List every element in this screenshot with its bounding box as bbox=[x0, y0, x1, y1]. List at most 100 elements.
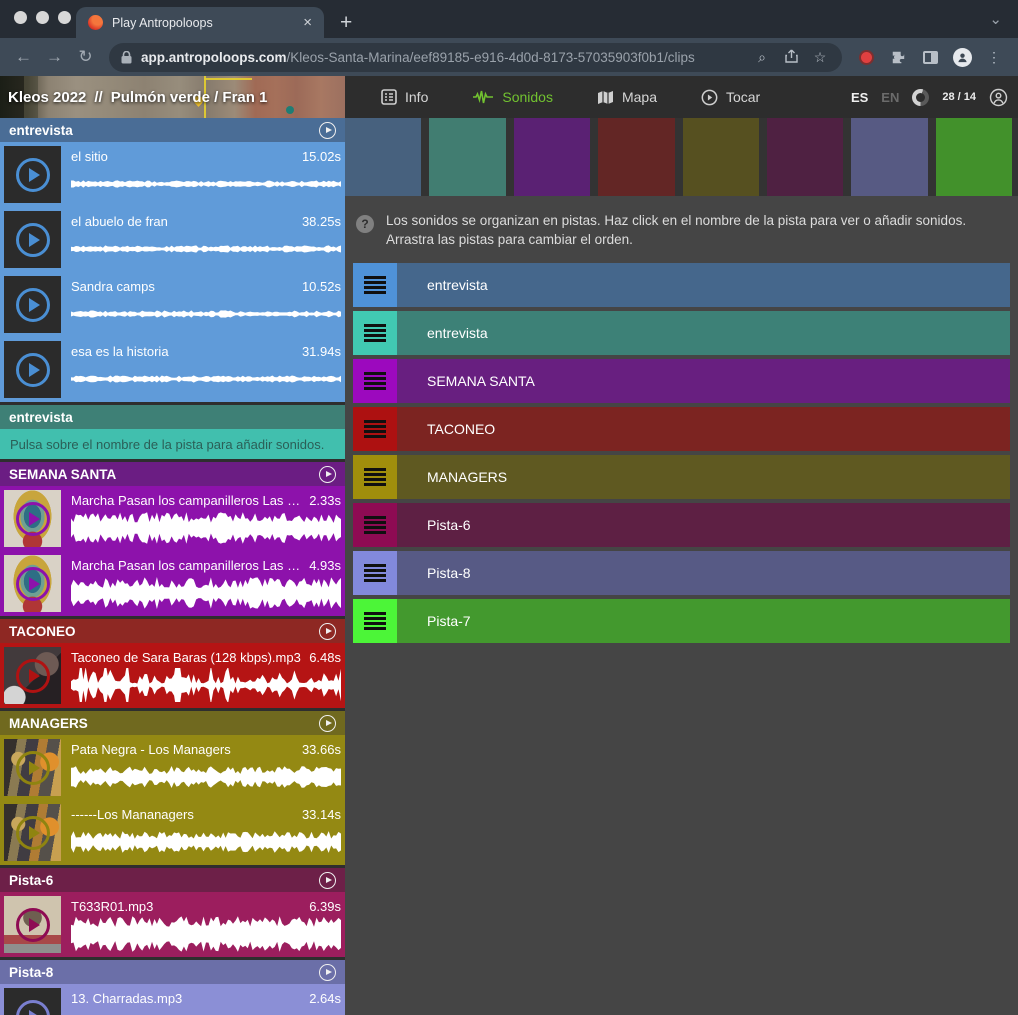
clip-row[interactable]: esa es la historia31.94s bbox=[0, 337, 345, 402]
play-clip-icon[interactable] bbox=[16, 288, 50, 322]
track-row-name[interactable]: entrevista bbox=[427, 325, 488, 341]
browser-menu-kebab-icon[interactable]: ⋮ bbox=[980, 49, 1008, 66]
tab-close-icon[interactable]: × bbox=[303, 15, 312, 30]
profile-avatar[interactable] bbox=[948, 48, 976, 67]
play-clip-icon[interactable] bbox=[16, 567, 50, 601]
clip-row[interactable]: 13. Charradas.mp32.64s bbox=[0, 984, 345, 1015]
track-pad[interactable] bbox=[683, 118, 759, 196]
track-list-row[interactable]: entrevista bbox=[353, 311, 1010, 355]
play-track-button[interactable] bbox=[319, 466, 336, 483]
play-clip-icon[interactable] bbox=[16, 908, 50, 942]
play-clip-icon[interactable] bbox=[16, 353, 50, 387]
track-list-row[interactable]: Pista-8 bbox=[353, 551, 1010, 595]
clip-row[interactable]: ------Los Mananagers33.14s bbox=[0, 800, 345, 865]
clip-thumbnail[interactable] bbox=[4, 896, 61, 953]
track-row-name[interactable]: TACONEO bbox=[427, 421, 495, 437]
play-clip-icon[interactable] bbox=[16, 1000, 50, 1015]
drag-handle[interactable] bbox=[353, 455, 397, 499]
new-tab-button[interactable]: + bbox=[340, 12, 352, 33]
clip-thumbnail[interactable] bbox=[4, 804, 61, 861]
clip-thumbnail[interactable] bbox=[4, 276, 61, 333]
drag-handle[interactable] bbox=[353, 503, 397, 547]
track-row-name[interactable]: MANAGERS bbox=[427, 469, 507, 485]
track-row-name[interactable]: Pista-7 bbox=[427, 613, 471, 629]
clip-thumbnail[interactable] bbox=[4, 146, 61, 203]
clip-row[interactable]: Taconeo de Sara Baras (128 kbps).mp36.48… bbox=[0, 643, 345, 708]
track-header[interactable]: Pista-6 bbox=[0, 868, 345, 892]
nav-tab-tocar[interactable]: Tocar bbox=[679, 89, 782, 106]
clip-thumbnail[interactable] bbox=[4, 490, 61, 547]
tab-search-chevron-icon[interactable]: ⌄ bbox=[989, 10, 1002, 28]
track-header[interactable]: MANAGERS bbox=[0, 711, 345, 735]
track-row-name[interactable]: Pista-8 bbox=[427, 565, 471, 581]
play-clip-icon[interactable] bbox=[16, 158, 50, 192]
clip-row[interactable]: Sandra camps10.52s bbox=[0, 272, 345, 337]
browser-tab[interactable]: Play Antropoloops × bbox=[76, 7, 324, 38]
track-header[interactable]: TACONEO bbox=[0, 619, 345, 643]
drag-handle[interactable] bbox=[353, 311, 397, 355]
drag-handle[interactable] bbox=[353, 551, 397, 595]
clip-row[interactable]: Pata Negra - Los Managers33.66s bbox=[0, 735, 345, 800]
play-clip-icon[interactable] bbox=[16, 751, 50, 785]
track-row-name[interactable]: entrevista bbox=[427, 277, 488, 293]
clip-row[interactable]: Marcha Pasan los campanilleros Las Mejor… bbox=[0, 551, 345, 616]
play-clip-icon[interactable] bbox=[16, 502, 50, 536]
account-icon[interactable] bbox=[989, 88, 1008, 107]
drag-handle[interactable] bbox=[353, 407, 397, 451]
clip-row[interactable]: el abuelo de fran38.25s bbox=[0, 207, 345, 272]
drag-handle[interactable] bbox=[353, 359, 397, 403]
track-pad[interactable] bbox=[851, 118, 927, 196]
clip-row[interactable]: el sitio15.02s bbox=[0, 142, 345, 207]
nav-tab-mapa[interactable]: Mapa bbox=[575, 89, 679, 105]
track-header[interactable]: entrevista bbox=[0, 118, 345, 142]
drag-handle[interactable] bbox=[353, 599, 397, 643]
back-button[interactable]: ← bbox=[10, 47, 37, 67]
play-clip-icon[interactable] bbox=[16, 816, 50, 850]
track-list-row[interactable]: TACONEO bbox=[353, 407, 1010, 451]
clip-thumbnail[interactable] bbox=[4, 341, 61, 398]
window-close-button[interactable] bbox=[14, 11, 27, 24]
reload-button[interactable]: ↻ bbox=[72, 47, 99, 67]
drag-handle[interactable] bbox=[353, 263, 397, 307]
track-pad[interactable] bbox=[429, 118, 505, 196]
track-list-row[interactable]: entrevista bbox=[353, 263, 1010, 307]
play-clip-icon[interactable] bbox=[16, 659, 50, 693]
window-minimize-button[interactable] bbox=[36, 11, 49, 24]
traffic-lights[interactable] bbox=[14, 11, 71, 24]
record-extension-icon[interactable] bbox=[852, 50, 880, 65]
clip-thumbnail[interactable] bbox=[4, 647, 61, 704]
nav-tab-info[interactable]: Info bbox=[359, 89, 450, 105]
track-row-name[interactable]: Pista-6 bbox=[427, 517, 471, 533]
forward-button[interactable]: → bbox=[41, 47, 68, 67]
side-panel-icon[interactable] bbox=[916, 51, 944, 64]
lang-en-button[interactable]: EN bbox=[881, 90, 899, 105]
track-pad[interactable] bbox=[598, 118, 674, 196]
track-pad[interactable] bbox=[767, 118, 843, 196]
clip-thumbnail[interactable] bbox=[4, 988, 61, 1015]
clip-thumbnail[interactable] bbox=[4, 211, 61, 268]
clip-thumbnail[interactable] bbox=[4, 555, 61, 612]
play-track-button[interactable] bbox=[319, 872, 336, 889]
window-zoom-button[interactable] bbox=[58, 11, 71, 24]
track-pad[interactable] bbox=[514, 118, 590, 196]
lang-es-button[interactable]: ES bbox=[851, 90, 868, 105]
play-track-button[interactable] bbox=[319, 715, 336, 732]
track-list-row[interactable]: SEMANA SANTA bbox=[353, 359, 1010, 403]
share-icon[interactable] bbox=[781, 49, 801, 66]
zoom-search-icon[interactable]: ⌕ bbox=[752, 49, 772, 66]
play-clip-icon[interactable] bbox=[16, 223, 50, 257]
track-pad[interactable] bbox=[936, 118, 1012, 196]
extensions-puzzle-icon[interactable] bbox=[884, 49, 912, 66]
clip-thumbnail[interactable] bbox=[4, 739, 61, 796]
play-track-button[interactable] bbox=[319, 964, 336, 981]
track-header[interactable]: entrevista bbox=[0, 405, 345, 429]
clip-row[interactable]: Marcha Pasan los campanilleros Las Mejor… bbox=[0, 486, 345, 551]
track-row-name[interactable]: SEMANA SANTA bbox=[427, 373, 535, 389]
track-list-row[interactable]: Pista-6 bbox=[353, 503, 1010, 547]
play-track-button[interactable] bbox=[319, 122, 336, 139]
clip-row[interactable]: T633R01.mp36.39s bbox=[0, 892, 345, 957]
track-header[interactable]: SEMANA SANTA bbox=[0, 462, 345, 486]
track-header[interactable]: Pista-8 bbox=[0, 960, 345, 984]
nav-tab-sonidos[interactable]: Sonidos bbox=[450, 89, 575, 105]
track-list-row[interactable]: Pista-7 bbox=[353, 599, 1010, 643]
